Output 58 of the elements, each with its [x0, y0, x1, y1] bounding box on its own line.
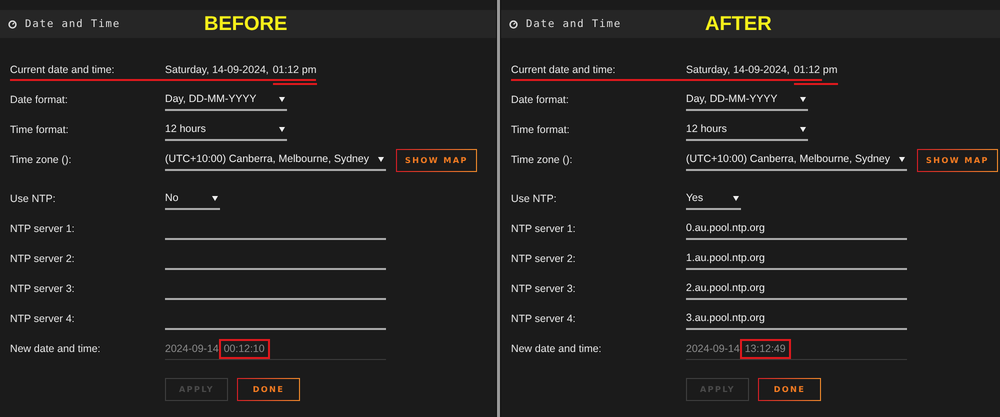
caret-icon: [800, 96, 806, 102]
dropdown[interactable]: (UTC+10:00) Canberra, Melbourne, Sydney: [686, 150, 907, 170]
date-value: Saturday, 14-09-2024,: [686, 64, 790, 76]
field-label: New date and time:: [511, 343, 602, 355]
comparison-caption: AFTER: [705, 12, 772, 36]
done-button[interactable]: DONE: [237, 378, 300, 401]
time-value: 13:12:49: [740, 338, 791, 358]
field-label: Current date and time:: [10, 64, 116, 76]
field-label: NTP server 3:: [10, 283, 76, 295]
field-label: NTP server 1:: [10, 223, 76, 235]
field-label: NTP server 3:: [511, 283, 577, 295]
caret-icon: [733, 196, 739, 200]
comparison-caption: BEFORE: [204, 12, 288, 36]
dropdown[interactable]: 12 hours: [686, 120, 808, 140]
caret-icon: [800, 126, 806, 132]
field-label: Date format:: [10, 94, 69, 106]
panel-title: Date and Time: [25, 18, 120, 30]
field-label: Time zone ():: [10, 154, 72, 166]
field-label: NTP server 2:: [511, 253, 577, 265]
input-field[interactable]: 2.au.pool.ntp.org: [686, 278, 907, 300]
input-field[interactable]: 3.au.pool.ntp.org: [686, 308, 907, 330]
field-label: NTP server 2:: [10, 253, 76, 265]
caret-icon: [279, 96, 285, 102]
datetime-field[interactable]: 2024-09-14 13:12:49: [686, 338, 907, 360]
field-label: NTP server 1:: [511, 223, 577, 235]
caret-icon: [212, 196, 218, 200]
dropdown[interactable]: Yes: [686, 188, 741, 210]
show-map-button[interactable]: SHOW MAP: [396, 148, 477, 172]
field-label: Current date and time:: [511, 64, 616, 76]
panel-title: Date and Time: [526, 18, 622, 30]
dropdown[interactable]: (UTC+10:00) Canberra, Melbourne, Sydney: [165, 150, 386, 170]
dropdown[interactable]: Day, DD-MM-YYYY: [686, 90, 808, 110]
clock-icon: [509, 20, 518, 28]
clock-icon: [8, 20, 17, 28]
input-field[interactable]: 0.au.pool.ntp.org: [686, 218, 907, 240]
date-value: 2024-09-14: [686, 342, 740, 354]
date-value: 2024-09-14: [165, 342, 219, 354]
datetime-field[interactable]: 2024-09-14 00:12:10: [165, 338, 386, 360]
show-map-button[interactable]: SHOW MAP: [917, 148, 998, 172]
dropdown[interactable]: 12 hours: [165, 120, 287, 140]
field-label: Time format:: [511, 124, 571, 136]
field-label: Time zone ():: [511, 154, 574, 166]
caret-icon: [378, 156, 384, 162]
time-value: 00:12:10: [218, 338, 270, 358]
field-label: Date format:: [511, 94, 570, 106]
caret-icon: [899, 156, 905, 162]
field-label: Time format:: [10, 124, 70, 136]
date-value: Saturday, 14-09-2024,: [165, 64, 269, 76]
dropdown[interactable]: No: [165, 188, 220, 210]
input-field[interactable]: 1.au.pool.ntp.org: [686, 248, 907, 270]
field-label: New date and time:: [10, 343, 102, 355]
field-label: NTP server 4:: [10, 313, 76, 325]
dropdown[interactable]: Day, DD-MM-YYYY: [165, 90, 287, 110]
field-label: Use NTP:: [511, 193, 558, 205]
field-label: NTP server 4:: [511, 313, 577, 325]
field-label: Use NTP:: [10, 193, 57, 205]
caret-icon: [279, 126, 285, 132]
done-button[interactable]: DONE: [758, 378, 821, 401]
